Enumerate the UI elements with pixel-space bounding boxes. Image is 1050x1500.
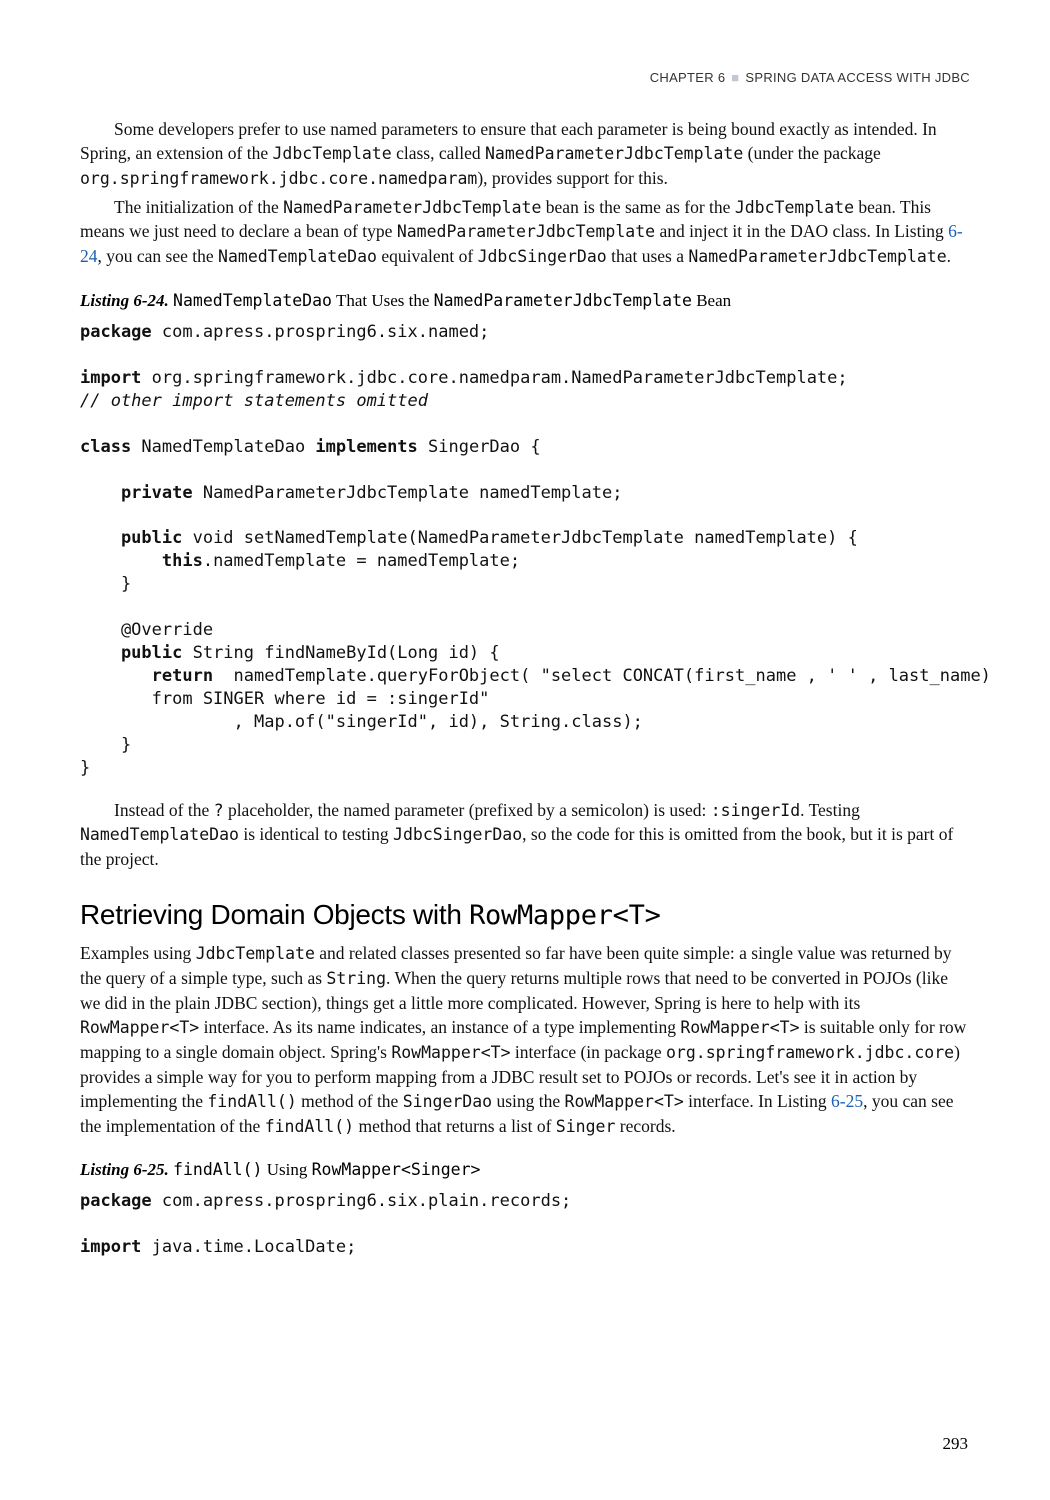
paragraph-3: Instead of the ? placeholder, the named …: [80, 798, 970, 872]
listing-6-24-caption: Listing 6-24. NamedTemplateDao That Uses…: [80, 291, 970, 311]
chapter-title: SPRING DATA ACCESS WITH JDBC: [745, 70, 970, 85]
running-header: CHAPTER 6 ■ SPRING DATA ACCESS WITH JDBC: [80, 70, 970, 85]
listing-link-6-25[interactable]: 6-25: [831, 1091, 863, 1111]
chapter-label: CHAPTER 6: [650, 70, 726, 85]
paragraph-4: Examples using JdbcTemplate and related …: [80, 941, 970, 1138]
page-number: 293: [943, 1434, 969, 1454]
header-separator-icon: ■: [731, 70, 739, 85]
paragraph-2: The initialization of the NamedParameter…: [80, 195, 970, 269]
section-heading-rowmapper: Retrieving Domain Objects with RowMapper…: [80, 899, 970, 931]
page-container: CHAPTER 6 ■ SPRING DATA ACCESS WITH JDBC…: [0, 0, 1050, 1317]
paragraph-1: Some developers prefer to use named para…: [80, 117, 970, 191]
listing-6-25-caption: Listing 6-25. findAll() Using RowMapper<…: [80, 1160, 970, 1180]
code-listing-6-25: package com.apress.prospring6.six.plain.…: [80, 1190, 970, 1259]
code-listing-6-24: package com.apress.prospring6.six.named;…: [80, 321, 970, 780]
